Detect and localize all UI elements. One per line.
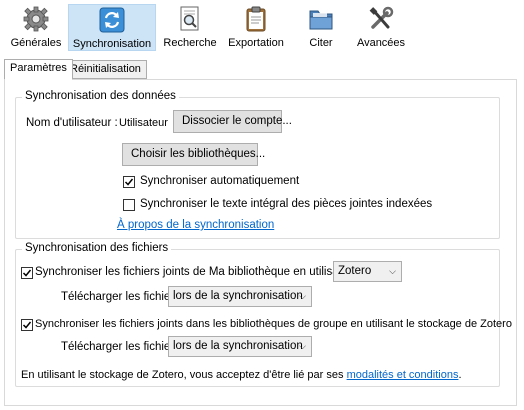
username-value: Utilisateur: [119, 117, 168, 129]
my-library-sync-label: Synchroniser les fichiers joints de Ma b…: [35, 266, 349, 278]
settings-panel: Synchronisation des données Nom d'utilis…: [4, 79, 517, 406]
terms-link[interactable]: modalités et conditions: [347, 369, 459, 381]
toolbar-general-label: Générales: [10, 37, 62, 49]
toolbar-advanced-label: Avancées: [356, 37, 406, 49]
group-library-sync-label: Synchroniser les fichiers joints dans le…: [35, 318, 512, 330]
sync-method-select[interactable]: Zotero ⌵: [333, 261, 402, 282]
terms-suffix: .: [458, 369, 462, 381]
download-files-label-1: Télécharger les fichiers: [61, 291, 180, 303]
toolbar-sync-label: Synchronisation: [72, 38, 152, 50]
toolbar-general[interactable]: Générales: [4, 4, 68, 51]
clipboard-icon: [246, 6, 266, 32]
sync-icon: [99, 7, 125, 33]
data-sync-group: Synchronisation des données Nom d'utilis…: [15, 90, 500, 239]
file-sync-group: Synchronisation des fichiers Synchronise…: [15, 242, 512, 387]
tools-icon: [369, 6, 394, 29]
auto-sync-label: Synchroniser automatiquement: [140, 175, 300, 187]
download-mode-select-2[interactable]: lors de la synchronisation ⌵: [168, 336, 312, 357]
tab-settings[interactable]: Paramètres: [4, 59, 73, 80]
toolbar-search[interactable]: Recherche: [158, 4, 222, 51]
sync-method-value: Zotero: [338, 265, 372, 277]
download-mode-value-2: lors de la synchronisation: [173, 340, 303, 352]
terms-text: En utilisant le stockage de Zotero, vous…: [21, 369, 462, 381]
my-library-sync-checkbox[interactable]: [21, 267, 33, 279]
folder-icon: [309, 10, 333, 30]
checkmark-icon: [22, 269, 32, 277]
fulltext-sync-checkbox[interactable]: [123, 199, 135, 211]
toolbar-search-label: Recherche: [163, 37, 217, 49]
fulltext-sync-label: Synchroniser le texte intégral des pièce…: [140, 198, 433, 210]
data-sync-title: Synchronisation des données: [22, 90, 179, 102]
tab-reset[interactable]: Réinitialisation: [64, 60, 147, 79]
toolbar-export[interactable]: Exportation: [222, 4, 290, 51]
chevron-down-icon: ⌵: [299, 291, 306, 301]
toolbar-advanced[interactable]: Avancées: [352, 4, 410, 51]
download-files-label-2: Télécharger les fichiers: [61, 341, 180, 353]
checkmark-icon: [124, 178, 134, 186]
terms-prefix: En utilisant le stockage de Zotero, vous…: [21, 369, 344, 381]
gear-icon: [23, 6, 49, 32]
username-label: Nom d'utilisateur :: [26, 117, 118, 129]
toolbar-cite-label: Citer: [309, 37, 333, 49]
chevron-down-icon: ⌵: [299, 341, 306, 351]
download-mode-select-1[interactable]: lors de la synchronisation ⌵: [168, 286, 312, 307]
group-library-sync-checkbox[interactable]: [21, 319, 33, 331]
file-sync-title: Synchronisation des fichiers: [22, 242, 172, 254]
choose-libraries-button[interactable]: Choisir les bibliothèques...: [122, 143, 265, 166]
toolbar-cite[interactable]: Citer: [290, 4, 352, 51]
preferences-toolbar: Générales Synchronisation Recherche Expo…: [0, 0, 524, 52]
unlink-account-button[interactable]: Dissocier le compte...: [173, 110, 292, 133]
chevron-down-icon: ⌵: [389, 266, 396, 276]
toolbar-export-label: Exportation: [228, 37, 284, 49]
about-sync-link[interactable]: À propos de la synchronisation: [117, 219, 274, 231]
toolbar-sync[interactable]: Synchronisation: [68, 4, 156, 51]
download-mode-value-1: lors de la synchronisation: [173, 290, 303, 302]
checkmark-icon: [22, 321, 32, 329]
auto-sync-checkbox[interactable]: [123, 176, 135, 188]
search-document-icon: [180, 6, 199, 31]
